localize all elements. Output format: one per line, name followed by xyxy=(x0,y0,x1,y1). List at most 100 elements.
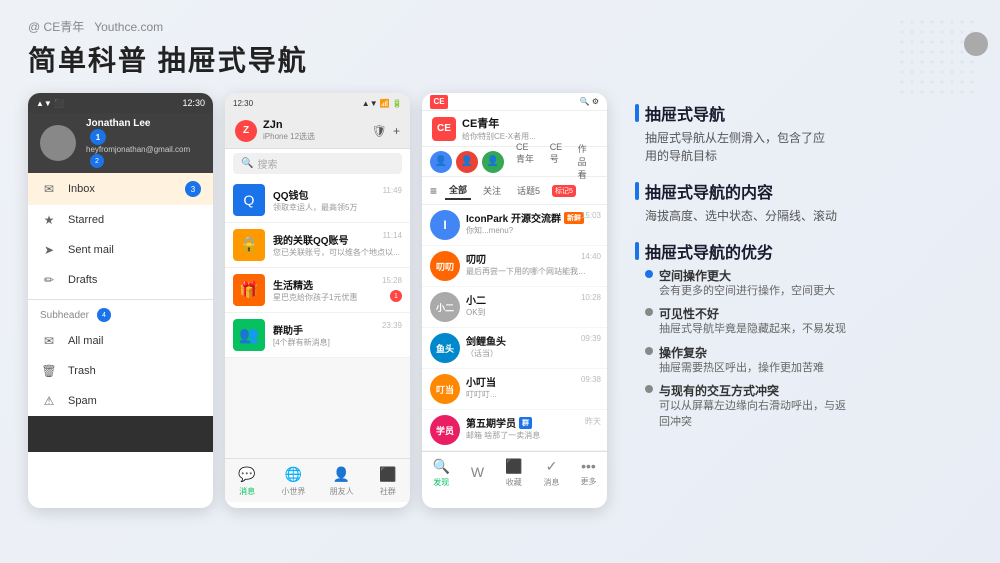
sent-label: Sent mail xyxy=(68,244,201,256)
msg-label: 消息 xyxy=(543,477,559,488)
chat-item-2[interactable]: 🔒 我的关联QQ账号 您已关联账号，可以维各个地点以... 11:14 xyxy=(225,223,410,268)
discover-label: 发现 xyxy=(433,477,449,488)
allmail-label: All mail xyxy=(68,335,201,347)
chat-avatar-2: 🔒 xyxy=(233,229,265,261)
bullet-desc-2: 抽屉式导航毕竟是隐藏起来，不易发现 xyxy=(659,322,846,337)
feed-preview-1: 你知...menu? xyxy=(466,225,586,236)
drafts-label: Drafts xyxy=(68,274,201,286)
feed-time-4: 09:39 xyxy=(581,334,601,343)
chat-item-4[interactable]: 👥 群助手 [4个群有新消息] 23:39 xyxy=(225,313,410,358)
spam-icon: ⚠ xyxy=(40,394,58,408)
p3-nav-fav[interactable]: ⬛ 收藏 xyxy=(505,458,522,488)
fav-label: 收藏 xyxy=(506,477,522,488)
phone1-bottom xyxy=(28,416,213,452)
allmail-icon: ✉ xyxy=(40,334,58,348)
brand-name: CE青年 xyxy=(44,20,85,34)
feed-avatar-1: I xyxy=(430,210,460,240)
chat-preview-4: [4个群有新消息] xyxy=(273,337,402,348)
bottom-nav-messages[interactable]: 💬 消息 xyxy=(237,464,257,497)
feed-name-5: 小叮当 xyxy=(466,374,599,389)
p2-time: 12:30 xyxy=(233,99,253,108)
drawer-item-allmail[interactable]: ✉ All mail xyxy=(28,326,213,356)
feed-time-1: 15:03 xyxy=(581,211,601,220)
phone2-header: Z ZJn iPhone 12选选 🛡 + xyxy=(225,113,410,149)
feed-item-2[interactable]: 叨叨 叨叨 最后再尝一下用的哪个网站能我数据用不了 14:40 xyxy=(422,246,607,287)
feed-content-2: 叨叨 最后再尝一下用的哪个网站能我数据用不了 xyxy=(466,251,599,277)
unread-badge-3: 1 xyxy=(390,290,402,302)
right-panel: 抽屉式导航 抽屉式导航从左侧滑入，包含了应用的导航目标 抽屉式导航的内容 海拔高… xyxy=(619,93,972,444)
search-bar[interactable]: 🔍 搜索 xyxy=(233,153,402,174)
feed-item-6[interactable]: 学员 第五期学员 群 邮箱 啥那了一卖消息 昨天 xyxy=(422,410,607,451)
chat-item-3[interactable]: 🎁 生活精选 星巴克给你孩子1元优惠 15:28 1 xyxy=(225,268,410,313)
nav-avatar-row: 👤 👤 👤 xyxy=(430,151,504,173)
chat-list: Q QQ钱包 领取幸运人，最高领5万 11:49 🔒 我的关联QQ账号 您已关联… xyxy=(225,178,410,358)
phone2-subtitle: iPhone 12选选 xyxy=(263,131,366,142)
chat-time-1: 11:49 xyxy=(383,186,402,195)
bullet-list: 空间操作更大 会有更多的空间进行操作，空间更大 可见性不好 抽屉式导航毕竟是隐藏… xyxy=(635,267,972,430)
phone-mockup-2: 12:30 ▲▼ 📶 🔋 Z ZJn iPhone 12选选 🛡 + 🔍 搜索 xyxy=(225,93,410,508)
section-title-2: 抽屉式导航的内容 xyxy=(635,179,972,203)
nav-tabs: CE青年 CE号 作品看 xyxy=(508,140,599,183)
bullet-dot-4 xyxy=(645,385,653,393)
drawer-item-spam[interactable]: ⚠ Spam xyxy=(28,386,213,416)
page-title: 简单科普 抽屉式导航 xyxy=(28,39,972,79)
drawer-item-sent[interactable]: ➤ Sent mail xyxy=(28,235,213,265)
p3-nav-discover[interactable]: 🔍 发现 xyxy=(432,458,449,488)
feed-avatar-3: 小二 xyxy=(430,292,460,322)
content-tab-all[interactable]: 全部 xyxy=(445,181,471,200)
more-icon: ••• xyxy=(581,458,596,474)
bullet-item-4: 与现有的交互方式冲突 可以从屏幕左边缘向右滑动呼出，与返回冲突 xyxy=(645,382,972,430)
search-placeholder: 搜索 xyxy=(257,156,277,171)
phone2-title-area: ZJn iPhone 12选选 xyxy=(263,119,366,142)
feed-item-3[interactable]: 小二 小二 OK到 10:28 xyxy=(422,287,607,328)
plus-icon[interactable]: + xyxy=(393,124,400,138)
user-info: Jonathan Lee 1 heyfromjonathan@gmail.com… xyxy=(86,118,201,168)
phone1-header: Jonathan Lee 1 heyfromjonathan@gmail.com… xyxy=(28,113,213,173)
bottom-nav-friends[interactable]: 👤 朋友人 xyxy=(330,464,354,497)
bottom-nav-world[interactable]: 🌐 小世界 xyxy=(281,464,305,497)
p3-nav-w[interactable]: W xyxy=(471,464,484,482)
drawer-item-inbox[interactable]: ✉ Inbox 3 xyxy=(28,173,213,205)
nav-tab-ce[interactable]: CE青年 xyxy=(512,140,540,183)
inbox-label: Inbox xyxy=(68,183,175,195)
nav-tab-ceid[interactable]: CE号 xyxy=(546,140,568,183)
feed-time-5: 09:38 xyxy=(581,375,601,384)
feed-item-5[interactable]: 叮当 小叮当 叮叮叮... 09:38 xyxy=(422,369,607,410)
shield-icon[interactable]: 🛡 xyxy=(372,124,387,138)
nav-avatar-2[interactable]: 👤 xyxy=(456,151,478,173)
community-icon: ⬛ xyxy=(378,464,398,484)
phone-mockup-1: ▲▼ ⬛ 12:30 Jonathan Lee 1 heyfromjonatha… xyxy=(28,93,213,508)
feed-time-3: 10:28 xyxy=(581,293,601,302)
feed-content-4: 剑鲤鱼头 （话当） xyxy=(466,333,599,359)
nav-label-world: 小世界 xyxy=(281,486,305,497)
more-label: 更多 xyxy=(580,476,596,487)
content-tab-follow[interactable]: 关注 xyxy=(479,182,505,199)
nav-tab-works[interactable]: 作品看 xyxy=(574,140,599,183)
content-tab-topic[interactable]: 话题5 xyxy=(513,182,544,199)
drawer-item-drafts[interactable]: ✏ Drafts xyxy=(28,265,213,295)
feed-content-5: 小叮当 叮叮叮... xyxy=(466,374,599,400)
chat-avatar-4: 👥 xyxy=(233,319,265,351)
msg-icon: ✓ xyxy=(546,458,558,475)
nav-avatar-3[interactable]: 👤 xyxy=(482,151,504,173)
p3-nav-msg[interactable]: ✓ 消息 xyxy=(543,458,559,488)
fav-icon: ⬛ xyxy=(505,458,522,475)
feed-item-4[interactable]: 鱼头 剑鲤鱼头 （话当） 09:39 xyxy=(422,328,607,369)
p3-nav-more[interactable]: ••• 更多 xyxy=(580,458,596,487)
drawer-item-starred[interactable]: ★ Starred xyxy=(28,205,213,235)
bottom-nav-community[interactable]: ⬛ 社群 xyxy=(378,464,398,497)
brand-line: @ CE青年 Youthce.com xyxy=(28,18,972,35)
w-icon: W xyxy=(471,464,484,480)
phone3-statusbar: CE 🔍 ⚙ xyxy=(422,93,607,111)
spam-label: Spam xyxy=(68,395,201,407)
hamburger-icon[interactable]: ≡ xyxy=(430,184,437,198)
annotation-1: 1 xyxy=(90,129,106,145)
content-badge: 标记5 xyxy=(552,185,576,197)
feed-item-1[interactable]: I IconPark 开源交流群 新鲜 你知...menu? 15:03 xyxy=(422,205,607,246)
drawer-item-trash[interactable]: 🗑 Trash xyxy=(28,356,213,386)
trash-label: Trash xyxy=(68,365,201,377)
nav-avatar-1[interactable]: 👤 xyxy=(430,151,452,173)
chat-item-1[interactable]: Q QQ钱包 领取幸运人，最高领5万 11:49 xyxy=(225,178,410,223)
phone-mockup-3: CE 🔍 ⚙ CE CE青年 给你特别CE-X者用... 👤 👤 👤 xyxy=(422,93,607,508)
phone2-bottom-nav: 💬 消息 🌐 小世界 👤 朋友人 ⬛ 社群 xyxy=(225,458,410,502)
